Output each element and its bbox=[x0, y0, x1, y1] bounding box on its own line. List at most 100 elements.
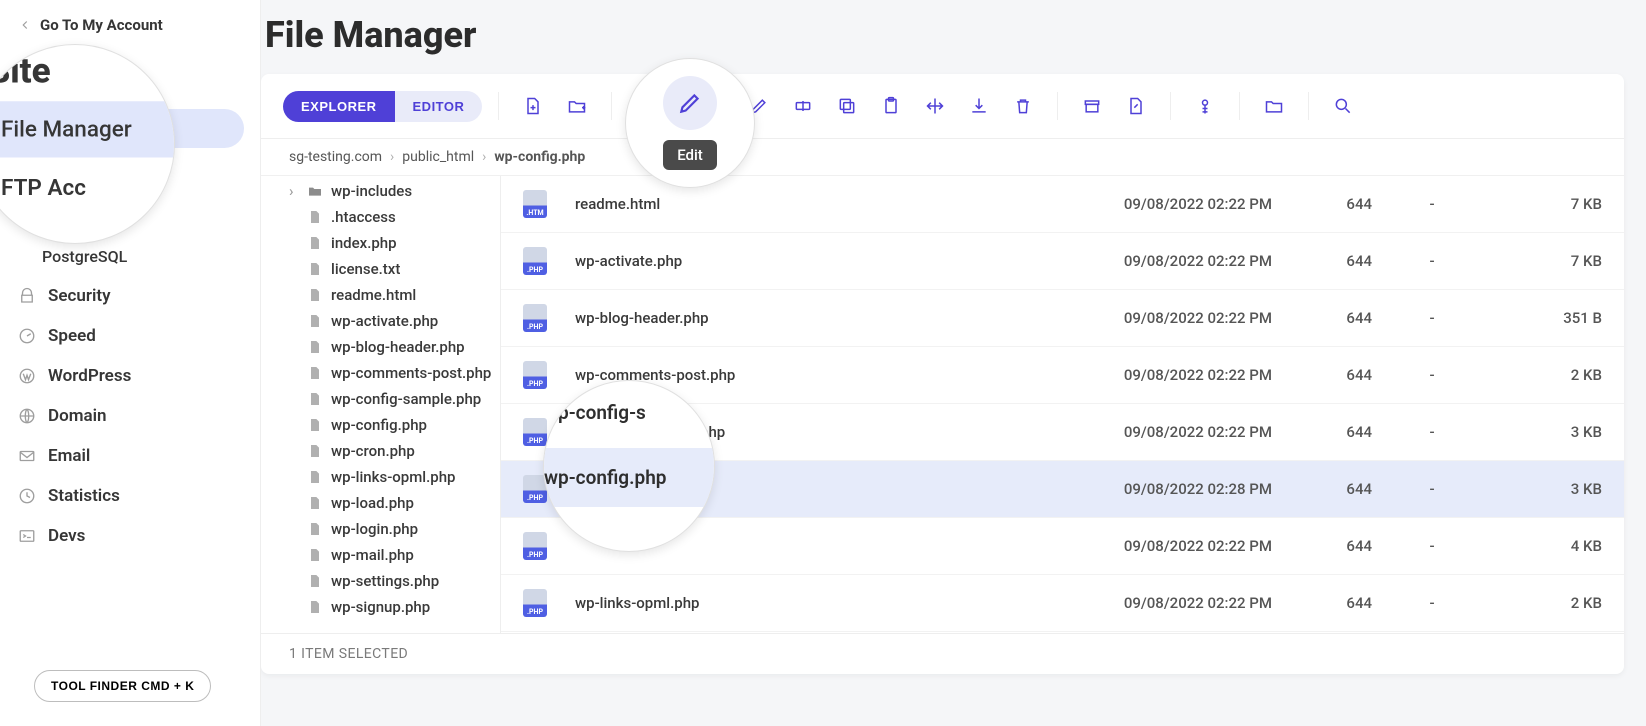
explorer-tab[interactable]: EXPLORER bbox=[283, 91, 395, 122]
edit-icon[interactable] bbox=[741, 88, 777, 124]
tree-item-label: wp-cron.php bbox=[331, 442, 415, 460]
archive-icon[interactable] bbox=[1074, 88, 1110, 124]
tree-item[interactable]: wp-config-sample.php bbox=[289, 386, 500, 412]
tree-item[interactable]: wp-cron.php bbox=[289, 438, 500, 464]
file-size: 351 B bbox=[1492, 309, 1602, 327]
file-size: 7 KB bbox=[1492, 195, 1602, 213]
delete-icon[interactable] bbox=[1005, 88, 1041, 124]
sidebar-item-label: Speed bbox=[48, 326, 96, 346]
file-permissions: 644 bbox=[1272, 594, 1372, 612]
tree-item[interactable]: wp-comments-post.php bbox=[289, 360, 500, 386]
move-icon[interactable] bbox=[917, 88, 953, 124]
tree-item[interactable]: wp-login.php bbox=[289, 516, 500, 542]
file-row[interactable]: wp-activate.php09/08/2022 02:22 PM644-7 … bbox=[501, 233, 1624, 290]
tree-item-label: wp-settings.php bbox=[331, 572, 439, 590]
file-permissions: 644 bbox=[1272, 195, 1372, 213]
file-permissions: 644 bbox=[1272, 366, 1372, 384]
page-title: File Manager bbox=[261, 0, 1642, 74]
sidebar-item-email[interactable]: Email bbox=[0, 436, 260, 476]
search-icon[interactable] bbox=[1325, 88, 1361, 124]
file-size: 2 KB bbox=[1492, 366, 1602, 384]
toolbar: EXPLORER EDITOR bbox=[261, 74, 1624, 139]
sidebar-item-label: MySQL bbox=[42, 208, 93, 227]
breadcrumb-current: wp-config.php bbox=[494, 149, 585, 165]
file-type-icon bbox=[523, 361, 575, 389]
tree-item[interactable]: ›wp-includes bbox=[289, 178, 500, 204]
tree-item[interactable]: wp-activate.php bbox=[289, 308, 500, 334]
file-size: 2 KB bbox=[1492, 594, 1602, 612]
tree-item[interactable]: wp-config.php bbox=[289, 412, 500, 438]
file-row[interactable]: wp-blog-header.php09/08/2022 02:22 PM644… bbox=[501, 290, 1624, 347]
file-type-icon bbox=[523, 190, 575, 218]
file-size: 7 KB bbox=[1492, 252, 1602, 270]
folder-action-icon[interactable] bbox=[1256, 88, 1292, 124]
file-permissions: 644 bbox=[1272, 480, 1372, 498]
upload-file-icon[interactable] bbox=[628, 88, 664, 124]
file-row[interactable]: wp-config.php09/08/2022 02:28 PM644-3 KB bbox=[501, 461, 1624, 518]
tree-item[interactable]: .htaccess bbox=[289, 204, 500, 230]
separator bbox=[1308, 92, 1309, 120]
permissions-icon[interactable] bbox=[1187, 88, 1223, 124]
sidebar-item-label: WordPress bbox=[48, 366, 131, 386]
tree-item[interactable]: wp-load.php bbox=[289, 490, 500, 516]
sidebar-item-security[interactable]: Security bbox=[0, 276, 260, 316]
tree-item-label: wp-links-opml.php bbox=[331, 468, 456, 486]
file-type-icon bbox=[523, 304, 575, 332]
file-row[interactable]: wp-load.php09/08/2022 02:22 PM644-4 KB bbox=[501, 632, 1624, 633]
breadcrumb-item[interactable]: sg-testing.com bbox=[289, 149, 382, 165]
file-name: wp-config.php bbox=[575, 480, 1072, 498]
tree-item[interactable]: wp-links-opml.php bbox=[289, 464, 500, 490]
file-row[interactable]: wp-config-sample.php09/08/2022 02:22 PM6… bbox=[501, 404, 1624, 461]
upload-folder-icon[interactable] bbox=[672, 88, 708, 124]
tree-item[interactable]: wp-mail.php bbox=[289, 542, 500, 568]
file-date: 09/08/2022 02:22 PM bbox=[1072, 252, 1272, 270]
breadcrumb-item[interactable]: public_html bbox=[402, 149, 474, 165]
file-row[interactable]: readme.html09/08/2022 02:22 PM644-7 KB bbox=[501, 176, 1624, 233]
copy-icon[interactable] bbox=[829, 88, 865, 124]
sidebar-item-label: Devs bbox=[48, 526, 85, 546]
tree-item[interactable]: index.php bbox=[289, 230, 500, 256]
download-icon[interactable] bbox=[961, 88, 997, 124]
file-icon bbox=[307, 443, 323, 459]
tree-item-label: wp-activate.php bbox=[331, 312, 438, 330]
sidebar-item-postgresql[interactable]: PostgreSQL bbox=[0, 237, 260, 276]
view-toggle: EXPLORER EDITOR bbox=[283, 91, 482, 122]
file-owner: - bbox=[1372, 480, 1492, 498]
file-size: 3 KB bbox=[1492, 480, 1602, 498]
sidebar-item-mysql[interactable]: MySQL bbox=[0, 198, 260, 237]
rename-icon[interactable] bbox=[785, 88, 821, 124]
file-date: 09/08/2022 02:22 PM bbox=[1072, 423, 1272, 441]
file-row[interactable]: wp-comments-post.php09/08/2022 02:22 PM6… bbox=[501, 347, 1624, 404]
tree-item-label: wp-includes bbox=[331, 182, 412, 200]
editor-tab[interactable]: EDITOR bbox=[395, 91, 483, 122]
tree-item[interactable]: readme.html bbox=[289, 282, 500, 308]
tree-item-label: wp-comments-post.php bbox=[331, 364, 491, 382]
tool-finder-button[interactable]: TOOL FINDER CMD + K bbox=[34, 670, 211, 702]
chevron-right-icon: › bbox=[390, 149, 394, 165]
tree-item[interactable]: wp-blog-header.php bbox=[289, 334, 500, 360]
file-owner: - bbox=[1372, 309, 1492, 327]
sidebar-item-file-manager[interactable]: File Manager bbox=[0, 109, 244, 148]
tree-item[interactable]: license.txt bbox=[289, 256, 500, 282]
panel-body: ›wp-includes.htaccessindex.phplicense.tx… bbox=[261, 176, 1624, 633]
sidebar-heading: Site bbox=[0, 44, 260, 109]
file-owner: - bbox=[1372, 195, 1492, 213]
sidebar-item-ftp-acc[interactable]: FTP Acc bbox=[0, 148, 260, 198]
file-row[interactable]: 09/08/2022 02:22 PM644-4 KB bbox=[501, 518, 1624, 575]
paste-icon[interactable] bbox=[873, 88, 909, 124]
file-icon bbox=[307, 547, 323, 563]
sidebar-item-statistics[interactable]: Statistics bbox=[0, 476, 260, 516]
extract-icon[interactable] bbox=[1118, 88, 1154, 124]
back-link[interactable]: Go To My Account bbox=[0, 0, 260, 44]
tree-item-label: wp-login.php bbox=[331, 520, 418, 538]
new-folder-icon[interactable] bbox=[559, 88, 595, 124]
tree-item[interactable]: wp-signup.php bbox=[289, 594, 500, 620]
sidebar-item-domain[interactable]: Domain bbox=[0, 396, 260, 436]
sidebar-item-wordpress[interactable]: WordPress bbox=[0, 356, 260, 396]
sidebar-item-devs[interactable]: Devs bbox=[0, 516, 260, 556]
file-icon bbox=[307, 391, 323, 407]
new-file-icon[interactable] bbox=[515, 88, 551, 124]
sidebar-item-speed[interactable]: Speed bbox=[0, 316, 260, 356]
file-row[interactable]: wp-links-opml.php09/08/2022 02:22 PM644-… bbox=[501, 575, 1624, 632]
tree-item[interactable]: wp-settings.php bbox=[289, 568, 500, 594]
